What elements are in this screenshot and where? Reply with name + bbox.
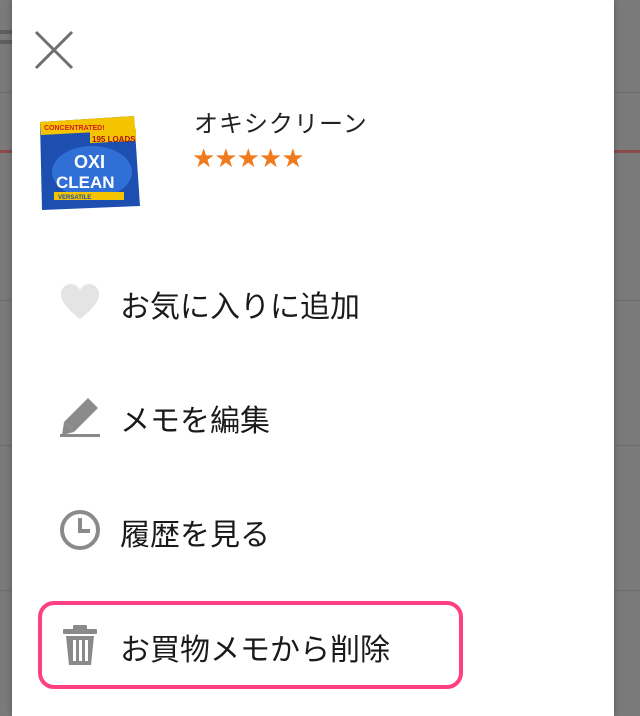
product-image: CONCENTRATED! 195 LOADS OXI CLEAN VERSAT… [40, 116, 140, 210]
trash-icon [63, 625, 97, 665]
product-image-brand-top: OXI [74, 152, 105, 172]
product-image-variant: VERSATILE [58, 195, 91, 201]
product-image-brand-bottom: CLEAN [56, 173, 115, 192]
close-icon [34, 30, 74, 70]
view-history-label: 履歴を見る [120, 518, 270, 553]
product-name: オキシクリーン [194, 110, 368, 138]
background-menu-icon [0, 30, 12, 50]
product-summary: CONCENTRATED! 195 LOADS OXI CLEAN VERSAT… [34, 100, 594, 220]
edit-memo-label: メモを編集 [120, 404, 270, 439]
delete-from-memo-label: お買物メモから削除 [120, 633, 390, 668]
close-button[interactable] [32, 28, 76, 72]
heart-icon [61, 284, 99, 319]
view-history-button[interactable]: 履歴を見る [40, 490, 580, 570]
add-to-favorites-label: お気に入りに追加 [120, 290, 360, 325]
delete-from-memo-button[interactable]: お買物メモから削除 [40, 605, 580, 685]
clock-icon [60, 510, 100, 550]
item-action-sheet: CONCENTRATED! 195 LOADS OXI CLEAN VERSAT… [12, 0, 614, 716]
pencil-icon [60, 398, 100, 437]
product-image-loads: 195 LOADS [92, 135, 136, 144]
edit-memo-button[interactable]: メモを編集 [40, 376, 580, 456]
product-rating-stars: ★★★★★ [192, 144, 305, 174]
add-to-favorites-button[interactable]: お気に入りに追加 [40, 262, 580, 342]
